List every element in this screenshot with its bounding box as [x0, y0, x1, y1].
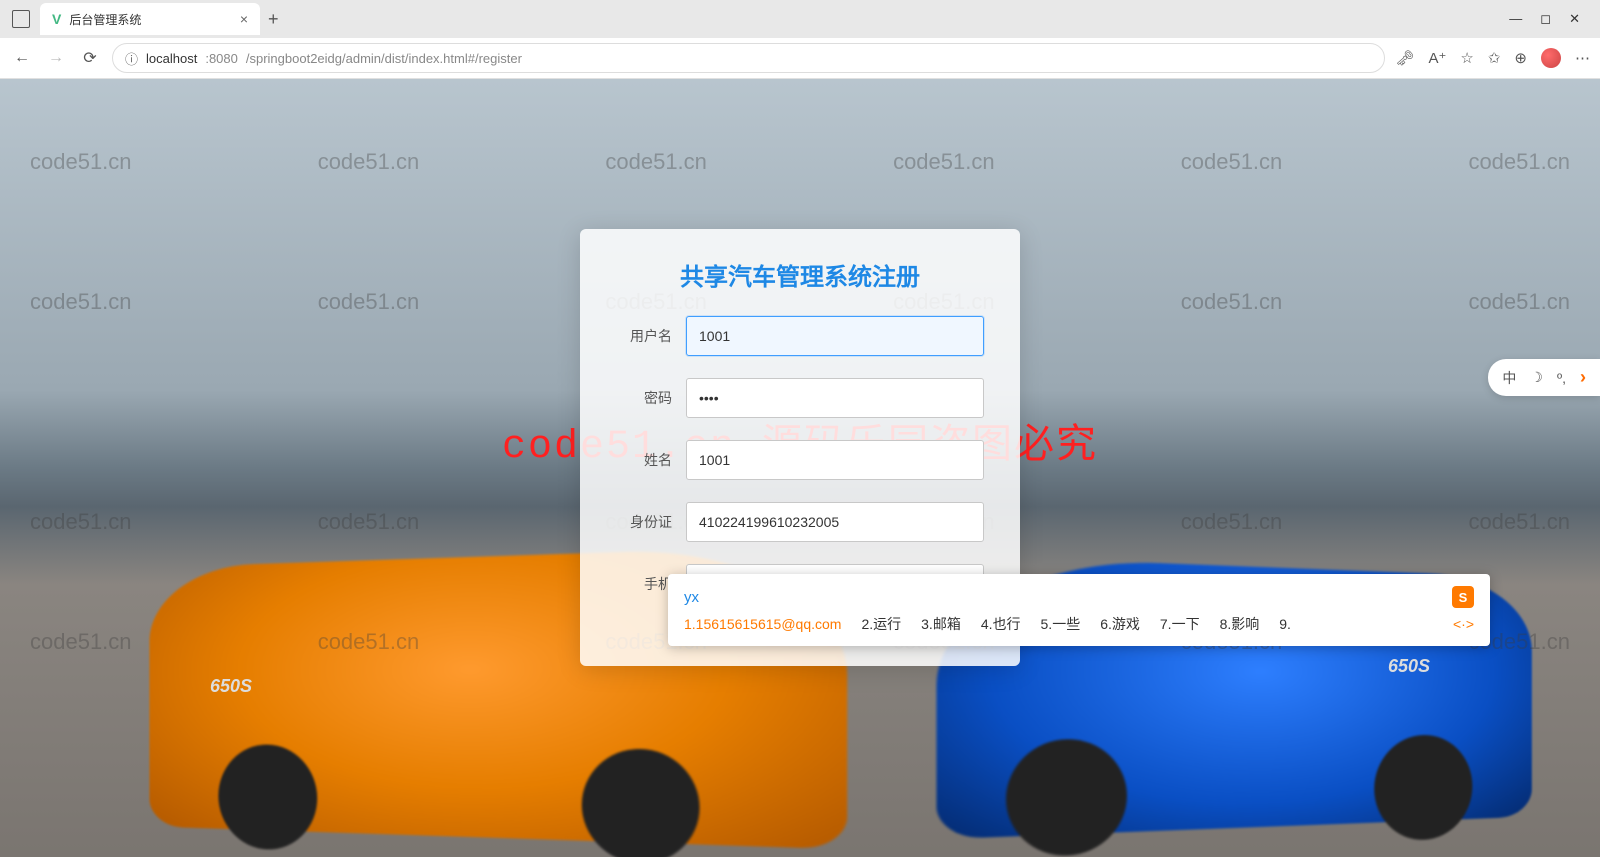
form-row-password: 密码 [616, 378, 984, 418]
idcard-input[interactable] [686, 502, 984, 542]
ime-candidates: 1.15615615615@qq.com 2.运行 3.邮箱 4.也行 5.一些… [684, 614, 1474, 634]
url-input[interactable]: ⓘ localhost :8080/springboot2eidg/admin/d… [112, 43, 1385, 73]
password-icon[interactable]: 🗝 [1395, 49, 1414, 67]
watermark-text: code51.cn [605, 149, 707, 175]
chevron-right-icon[interactable]: › [1580, 367, 1586, 388]
moon-icon[interactable]: ☽ [1530, 369, 1543, 386]
watermark-text: code51.cn [30, 289, 132, 315]
ime-candidate-3[interactable]: 3.邮箱 [921, 614, 961, 634]
minimize-button[interactable]: — [1509, 11, 1522, 27]
ime-typed-text: yx [684, 589, 699, 606]
back-button[interactable]: ← [10, 49, 34, 67]
tabs-overview-icon[interactable] [12, 10, 30, 28]
idcard-label: 身份证 [616, 512, 686, 532]
url-path: /springboot2eidg/admin/dist/index.html#/… [246, 51, 522, 66]
ime-candidate-2[interactable]: 2.运行 [861, 614, 901, 634]
ime-candidate-1[interactable]: 1.15615615615@qq.com [684, 616, 841, 632]
page-content: 650S 650S code51.cn code51.cn code51.cn … [0, 79, 1600, 857]
realname-label: 姓名 [616, 450, 686, 470]
collections-icon[interactable]: ⊕ [1514, 49, 1527, 67]
close-window-button[interactable]: ✕ [1569, 11, 1580, 27]
form-row-idcard: 身份证 [616, 502, 984, 542]
url-port: :8080 [205, 51, 238, 66]
watermark-text: code51.cn [1181, 509, 1283, 535]
watermark-text: code51.cn [1181, 289, 1283, 315]
car-badge-right: 650S [1388, 656, 1430, 677]
form-row-username: 用户名 [616, 316, 984, 356]
tab-title: 后台管理系统 [69, 11, 231, 28]
watermark-text: code51.cn [30, 509, 132, 535]
ime-candidate-bar: yx S 1.15615615615@qq.com 2.运行 3.邮箱 4.也行… [668, 574, 1490, 646]
site-info-icon[interactable]: ⓘ [125, 49, 138, 68]
ime-lang-toggle[interactable]: 中 [1502, 368, 1516, 388]
car-badge-left: 650S [210, 676, 252, 697]
ime-float-toolbar[interactable]: 中 ☽ º, › [1488, 359, 1600, 396]
username-input[interactable] [686, 316, 984, 356]
toolbar-icons: 🗝 A⁺ ☆ ✩ ⊕ ⋯ [1395, 48, 1590, 68]
password-input[interactable] [686, 378, 984, 418]
browser-tab[interactable]: V 后台管理系统 × [40, 3, 260, 35]
tab-bar: V 后台管理系统 × + — ◻ ✕ [0, 0, 1600, 38]
watermark-text: code51.cn [1468, 509, 1570, 535]
ime-candidate-9[interactable]: 9. [1279, 616, 1291, 632]
watermark-text: code51.cn [30, 149, 132, 175]
maximize-button[interactable]: ◻ [1540, 11, 1551, 27]
watermark-text: code51.cn [318, 509, 420, 535]
realname-input[interactable] [686, 440, 984, 480]
ime-candidate-7[interactable]: 7.一下 [1160, 614, 1200, 634]
watermark-text: code51.cn [1468, 289, 1570, 315]
ime-candidate-4[interactable]: 4.也行 [981, 614, 1021, 634]
vue-favicon-icon: V [52, 11, 61, 27]
address-bar: ← → ⟳ ⓘ localhost :8080/springboot2eidg/a… [0, 38, 1600, 78]
watermark-text: code51.cn [893, 149, 995, 175]
profile-avatar[interactable] [1541, 48, 1561, 68]
ime-candidate-6[interactable]: 6.游戏 [1100, 614, 1140, 634]
password-label: 密码 [616, 388, 686, 408]
browser-chrome: V 后台管理系统 × + — ◻ ✕ ← → ⟳ ⓘ localhost :808… [0, 0, 1600, 79]
refresh-button[interactable]: ⟳ [78, 48, 102, 68]
url-host: localhost [146, 51, 197, 66]
ime-punct-toggle[interactable]: º, [1557, 370, 1566, 386]
window-controls: — ◻ ✕ [1509, 11, 1592, 27]
text-size-icon[interactable]: A⁺ [1428, 49, 1446, 67]
watermark-text: code51.cn [30, 629, 132, 655]
reader-icon[interactable]: ☆ [1460, 49, 1473, 67]
watermark-text: code51.cn [1181, 149, 1283, 175]
form-row-realname: 姓名 [616, 440, 984, 480]
username-label: 用户名 [616, 326, 686, 346]
forward-button[interactable]: → [44, 49, 68, 67]
sogou-ime-icon[interactable]: S [1452, 586, 1474, 608]
register-title: 共享汽车管理系统注册 [616, 257, 984, 292]
more-menu-icon[interactable]: ⋯ [1575, 49, 1590, 67]
watermark-text: code51.cn [318, 149, 420, 175]
ime-candidate-5[interactable]: 5.一些 [1041, 614, 1081, 634]
ime-page-nav[interactable]: <·> [1453, 616, 1474, 632]
ime-candidate-8[interactable]: 8.影响 [1220, 614, 1260, 634]
favorites-icon[interactable]: ✩ [1488, 49, 1501, 67]
new-tab-button[interactable]: + [268, 9, 279, 30]
close-tab-icon[interactable]: × [240, 11, 248, 27]
watermark-text: code51.cn [1468, 149, 1570, 175]
watermark-text: code51.cn [318, 289, 420, 315]
